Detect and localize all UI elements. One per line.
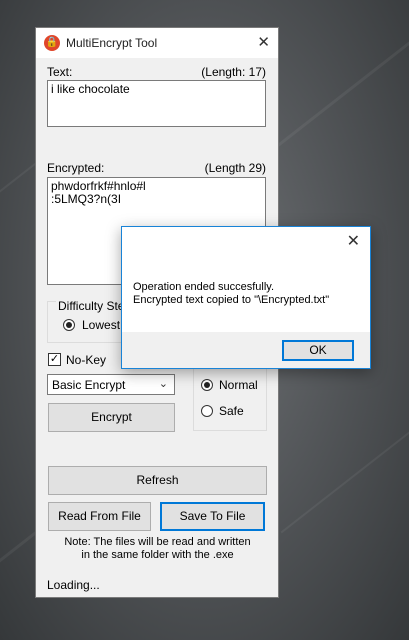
- title-bar[interactable]: 🔒 MultiEncrypt Tool ✕: [36, 28, 278, 58]
- dialog-message: Operation ended succesfully. Encrypted t…: [133, 281, 329, 307]
- close-icon[interactable]: ✕: [257, 33, 270, 51]
- radio-safe-label: Safe: [219, 404, 244, 418]
- dialog-message-line2: Encrypted text copied to "\Encrypted.txt…: [133, 294, 330, 306]
- encrypted-length-label: (Length 29): [204, 161, 266, 175]
- radio-normal[interactable]: [201, 379, 213, 391]
- text-input[interactable]: i like chocolate: [47, 80, 266, 127]
- refresh-button[interactable]: Refresh: [48, 466, 267, 495]
- close-icon[interactable]: ✕: [347, 231, 360, 251]
- radio-lowest-label: Lowest: [82, 318, 121, 332]
- radio-lowest[interactable]: [63, 319, 75, 331]
- text-length-label: (Length: 17): [201, 65, 266, 79]
- mode-group: Normal Safe: [193, 368, 267, 431]
- algorithm-select-value: Basic Encrypt: [52, 378, 126, 392]
- window-title: MultiEncrypt Tool: [66, 36, 158, 50]
- chevron-down-icon: ⌄: [158, 378, 168, 390]
- algorithm-select[interactable]: Basic Encrypt ⌄: [47, 374, 175, 395]
- encrypted-label: Encrypted:: [47, 161, 105, 175]
- message-dialog: ✕ Operation ended succesfully. Encrypted…: [121, 226, 371, 369]
- status-text: Loading...: [47, 578, 100, 592]
- no-key-checkbox[interactable]: ✓: [48, 353, 61, 366]
- encrypt-button[interactable]: Encrypt: [48, 403, 175, 432]
- lock-icon: 🔒: [44, 35, 60, 51]
- radio-normal-label: Normal: [219, 378, 258, 392]
- text-label: Text:: [47, 65, 73, 79]
- ok-button[interactable]: OK: [282, 340, 354, 361]
- radio-safe[interactable]: [201, 405, 213, 417]
- save-to-file-button[interactable]: Save To File: [160, 502, 265, 531]
- note-text: Note: The files will be read and written…: [64, 536, 251, 561]
- read-from-file-button[interactable]: Read From File: [48, 502, 151, 531]
- dialog-message-line1: Operation ended succesfully.: [133, 281, 275, 293]
- dialog-footer: OK: [122, 332, 370, 368]
- no-key-label: No-Key: [66, 353, 107, 367]
